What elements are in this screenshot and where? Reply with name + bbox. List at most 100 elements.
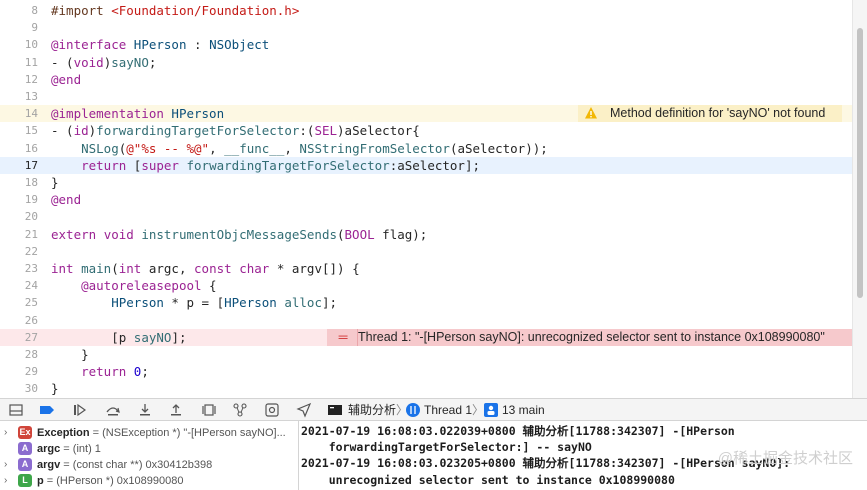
code-line[interactable]: 24 @autoreleasepool { (0, 277, 852, 294)
code-line[interactable]: 17 return [super forwardingTargetForSele… (0, 156, 852, 174)
editor-scrollbar[interactable] (852, 0, 867, 398)
code-line[interactable]: 27 [p sayNO]; ═ Thread 1: "-[HPerson sayNO… (0, 328, 852, 346)
line-number: 22 (24, 244, 38, 258)
variables-view[interactable]: › Ex Exception = (NSException *) "-[HPerso… (0, 421, 299, 490)
variable-name: p (37, 475, 44, 487)
variable-kind-badge: A (18, 442, 32, 455)
breakpoints-toggle-icon[interactable] (39, 402, 55, 418)
warning-banner[interactable]: Method definition for 'sayNO' not found (578, 105, 842, 123)
code-line[interactable]: 15 - (id)forwardingTargetForSelector:(SEL… (0, 122, 852, 139)
code-text: @interface HPerson : NSObject (51, 37, 270, 53)
disclosure-chevron-icon[interactable]: › (4, 425, 7, 441)
line-number: 12 (24, 72, 38, 86)
code-text: HPerson * p = [HPerson alloc]; (111, 295, 338, 311)
app-target-icon (328, 405, 342, 415)
code-line[interactable]: 28 } (0, 346, 852, 363)
code-line[interactable]: 18} (0, 174, 852, 191)
breadcrumb-thread[interactable]: Thread 1 (424, 399, 472, 421)
line-number: 29 (24, 365, 38, 379)
code-line[interactable]: 8 #import <Foundation/Foundation.h> (0, 2, 852, 19)
line-number: 20 (24, 210, 38, 224)
code-line[interactable]: 14 @implementation HPerson Method definiti… (0, 105, 852, 123)
variable-text: p = (HPerson *) 0x108990080 (37, 473, 183, 489)
line-number: 18 (24, 176, 38, 189)
thread-icon (406, 403, 420, 417)
line-number: 30 (24, 382, 38, 396)
variable-text: Exception = (NSException *) "-[HPerson s… (37, 425, 286, 441)
variable-value: = (const char **) 0x30412b398 (60, 459, 213, 471)
line-number: 27 (24, 330, 38, 344)
line-number: 14 (24, 107, 38, 121)
step-into-icon[interactable] (137, 402, 153, 418)
code-line[interactable]: 19 @end (0, 191, 852, 208)
variable-row[interactable]: Aargc = (int) 1 (0, 441, 298, 457)
warning-icon (585, 107, 597, 119)
code-text: return [super forwardingTargetForSelecto… (81, 157, 481, 173)
variable-kind-badge: A (18, 458, 32, 471)
view-hierarchy-icon[interactable] (201, 402, 217, 418)
variable-name: Exception (37, 427, 90, 439)
disclosure-chevron-icon[interactable]: › (4, 473, 7, 489)
variable-text: argv = (const char **) 0x30412b398 (37, 457, 212, 473)
code-text: int main(int argc, const char * argv[]) … (51, 261, 360, 276)
code-text: #import <Foundation/Foundation.h> (51, 3, 300, 18)
code-line[interactable]: 16 NSLog(@"%s -- %@", __func__, NSString… (0, 140, 852, 157)
code-text: @implementation HPerson (51, 106, 225, 122)
scrollbar-thumb[interactable] (857, 28, 863, 298)
code-text: @end (51, 192, 82, 208)
code-line[interactable]: 11 - (void)sayNO; (0, 54, 852, 71)
variable-name: argc (37, 443, 61, 455)
line-number: 15 (24, 124, 38, 138)
code-line[interactable]: 21 extern void instrumentObjcMessageSends… (0, 226, 852, 243)
code-line[interactable]: 23 int main(int argc, const char * argv[]… (0, 260, 852, 277)
code-line[interactable]: 26 (0, 312, 852, 329)
variable-value: = (NSException *) "-[HPerson sayNO]... (89, 427, 286, 439)
variable-row[interactable]: › Aargv = (const char **) 0x30412b398 (0, 457, 298, 473)
step-out-icon[interactable] (168, 402, 184, 418)
variable-kind-badge: Ex (18, 426, 32, 439)
stack-frame-icon (484, 403, 498, 417)
line-number: 11 (24, 55, 38, 69)
code-line[interactable]: 9 (0, 19, 852, 36)
variable-row[interactable]: › Ex Exception = (NSException *) "-[HPerso… (0, 425, 298, 441)
code-line[interactable]: 25 HPerson * p = [HPerson alloc]; (0, 294, 852, 311)
code-text: [p sayNO]; (51, 329, 187, 345)
code-line[interactable]: 29 return 0; (0, 363, 852, 380)
console-output[interactable]: 2021-07-19 16:08:03.022039+0800 辅助分析[117… (299, 421, 867, 490)
error-banner[interactable]: ═ Thread 1: "-[HPerson sayNO]: unrecogniz… (327, 328, 852, 346)
code-line[interactable]: 12 @end (0, 71, 852, 88)
code-line[interactable]: 20 (0, 208, 852, 225)
breadcrumb-frame[interactable]: 13 main (502, 399, 545, 421)
continue-icon[interactable] (72, 402, 88, 418)
line-number: 28 (24, 348, 38, 361)
code-line[interactable]: 10 @interface HPerson : NSObject (0, 36, 852, 53)
variable-kind-badge: L (18, 474, 32, 487)
line-number: 19 (24, 193, 38, 207)
environment-overrides-icon[interactable] (264, 402, 280, 418)
simulate-location-icon[interactable] (296, 402, 312, 418)
code-line[interactable]: 22 (0, 243, 852, 260)
disclosure-chevron-icon[interactable]: › (4, 457, 7, 473)
code-line[interactable]: 30} (0, 380, 852, 397)
variable-row[interactable]: › Lp = (HPerson *) 0x108990080 (0, 473, 298, 489)
memory-graph-icon[interactable] (232, 402, 248, 418)
code-text: } (51, 381, 59, 397)
code-text: @autoreleasepool { (81, 278, 217, 294)
step-over-icon[interactable] (105, 402, 121, 418)
line-number: 8 (31, 4, 38, 17)
code-line[interactable]: 13 (0, 88, 852, 105)
console-line: 2021-07-19 16:08:03.023205+0800 辅助分析[117… (301, 456, 791, 470)
code-text: extern void instrumentObjcMessageSends(B… (51, 226, 428, 242)
variable-value: = (int) 1 (60, 443, 101, 455)
console-line: unrecognized selector sent to instance 0… (301, 473, 675, 487)
console-line: forwardingTargetForSelector:] -- sayNO (301, 440, 592, 454)
variable-text: argc = (int) 1 (37, 441, 101, 457)
error-lines-icon: ═ (338, 329, 348, 344)
line-number: 21 (24, 227, 38, 241)
code-editor[interactable]: 8 #import <Foundation/Foundation.h> 9 10 @in… (0, 0, 852, 398)
debug-toolbar: 辅助分析 〉 Thread 1 〉 13 main (0, 398, 867, 421)
hide-debug-area-icon[interactable] (8, 402, 24, 418)
line-number: 24 (24, 279, 38, 293)
code-text: - (id)forwardingTargetForSelector:(SEL)a… (51, 123, 420, 139)
breadcrumb-target[interactable]: 辅助分析 (348, 399, 396, 421)
